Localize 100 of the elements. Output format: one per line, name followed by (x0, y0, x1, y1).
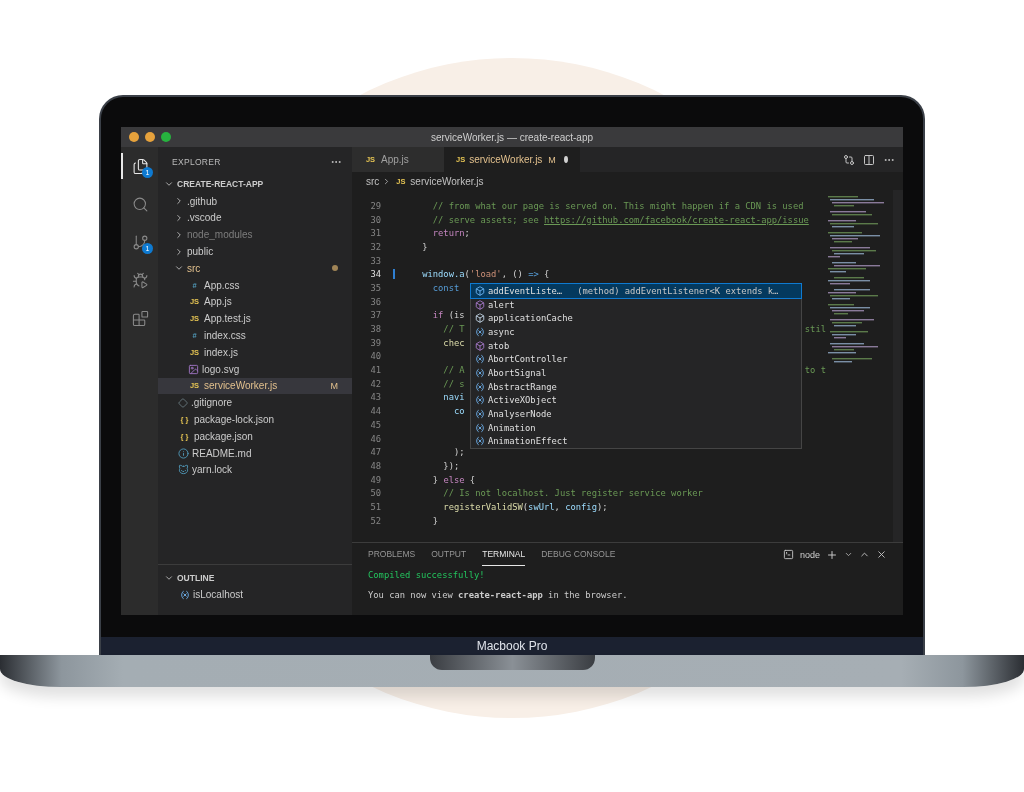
plus-icon[interactable] (826, 548, 838, 561)
suggestion-item[interactable]: AnalyserNode (471, 407, 801, 421)
image-file-icon (188, 363, 199, 375)
info-icon (178, 447, 189, 459)
line-number: 39 (369, 337, 382, 348)
suggestion-item[interactable]: applicationCache (471, 311, 801, 326)
scrollbar[interactable] (893, 190, 903, 542)
suggestion-item[interactable]: AnimationEffect (471, 434, 801, 449)
chevron-right-icon (174, 196, 184, 207)
panel-tab[interactable]: OUTPUT (431, 543, 467, 566)
panel-tab[interactable]: DEBUG CONSOLE (541, 543, 616, 566)
git-status: M (548, 154, 556, 165)
file-name: public (187, 246, 214, 258)
line-number: 46 (369, 433, 382, 444)
symbol-name: isLocalhost (193, 589, 244, 601)
sidebar-title: EXPLORER (172, 156, 221, 167)
file-name: node_modules (187, 229, 253, 241)
variable-icon (475, 326, 485, 337)
suggestion-label: alert (488, 299, 515, 310)
suggestion-item[interactable]: AbstractRange (471, 379, 801, 394)
file-name: package-lock.json (194, 414, 275, 426)
line-number: 49 (369, 474, 382, 485)
tree-item[interactable]: .gitignore (158, 394, 352, 412)
variable-icon (475, 395, 485, 406)
code-line: window.a('load', () => { (421, 269, 550, 280)
tree-item[interactable]: .vscode (158, 209, 352, 227)
tree-item[interactable]: README.md (158, 444, 352, 462)
suggestion-label: Animation (488, 422, 536, 433)
variable-icon (475, 409, 485, 420)
breadcrumb-item[interactable]: src (366, 175, 380, 187)
chevron-right-icon (174, 229, 184, 240)
code-line: }); (442, 460, 460, 471)
branch-icon (132, 233, 149, 251)
code-line: // Is not localhost. Just register service worker (442, 488, 703, 499)
terminal-profile[interactable]: node (799, 549, 820, 560)
panel-tab[interactable]: PROBLEMS (368, 543, 416, 566)
line-number: 43 (369, 392, 382, 403)
cat-icon (178, 464, 189, 476)
code-line: // s (442, 378, 465, 389)
tree-item[interactable]: yarn.lock (158, 461, 352, 479)
file-name: logo.svg (202, 363, 240, 375)
line-number: 45 (369, 419, 382, 430)
suggestion-label: async (488, 326, 515, 337)
code-line: to t (804, 365, 827, 376)
line-number: 37 (369, 310, 382, 321)
code-line: if (is (431, 310, 465, 321)
git-status: M (330, 380, 338, 391)
tree-item[interactable]: .github (158, 192, 352, 210)
window-title: serviceWorker.js — create-react-app (430, 131, 594, 143)
extensions-icon (132, 309, 149, 327)
outline-item[interactable]: isLocalhost (158, 586, 352, 603)
variable-icon (475, 354, 485, 365)
suggestion-item[interactable]: atob (471, 338, 801, 353)
suggestion-label: AbortController (488, 354, 568, 365)
suggestion-item[interactable]: AbortController (471, 352, 801, 367)
variable-icon (180, 589, 190, 600)
line-number: 38 (369, 324, 382, 335)
code-line: registerValidSW(swUrl, config); (442, 501, 608, 512)
tree-item[interactable]: logo.svg (158, 360, 352, 378)
chevron-down-icon[interactable] (844, 550, 853, 559)
suggestion-item[interactable]: AbortSignal (471, 366, 801, 380)
suggestion-item[interactable]: addEventListe… (method) addEventListener<K extends k… (471, 284, 801, 298)
device-label: Macbook Pro (476, 639, 548, 653)
code-line: // from what our page is served on. This might happen if a CDN is used (431, 200, 804, 211)
suggestion-label: addEventListe… (488, 285, 563, 296)
tree-item[interactable]: CREATE-REACT-APP (158, 176, 352, 193)
line-number: 36 (369, 296, 382, 307)
breadcrumb-item[interactable]: serviceWorker.js (410, 175, 484, 187)
code-line: chec (442, 337, 465, 348)
close-icon[interactable] (876, 549, 887, 560)
tab-label: App.js (381, 154, 409, 165)
terminal-icon (782, 549, 794, 560)
tree-item[interactable]: src (158, 260, 352, 277)
line-number: 50 (369, 488, 382, 499)
panel-tab[interactable]: TERMINAL (482, 543, 526, 566)
tree-item[interactable]: node_modules (158, 226, 352, 244)
split-editor-icon[interactable] (863, 153, 875, 166)
code-line: ); (452, 447, 465, 458)
file-name: index.css (204, 330, 246, 342)
suggestion-label: AbortSignal (488, 367, 547, 378)
zoom-light[interactable] (161, 132, 171, 142)
compare-icon[interactable] (843, 153, 855, 166)
suggestion-item[interactable]: alert (471, 297, 801, 312)
close-light[interactable] (129, 132, 139, 142)
code-link[interactable]: https://github.com/facebook/create-react-app/issue (544, 214, 809, 225)
terminal-line: Compiled successfully! (367, 569, 486, 582)
line-number: 32 (369, 241, 382, 252)
line-number: 29 (369, 200, 382, 211)
minimize-light[interactable] (145, 132, 155, 142)
line-number: 52 (369, 515, 382, 526)
code-line: } (421, 241, 428, 252)
suggestion-label: ActiveXObject (488, 395, 557, 406)
suggestion-item[interactable]: ActiveXObject (471, 393, 801, 408)
suggestion-item[interactable]: async (471, 325, 801, 339)
tree-item[interactable]: public (158, 243, 352, 260)
file-name: index.js (204, 346, 238, 358)
file-name: .gitignore (191, 397, 233, 409)
outline-header[interactable]: OUTLINE (158, 569, 352, 587)
suggestion-item[interactable]: Animation (471, 420, 801, 435)
line-number: 51 (369, 501, 382, 512)
